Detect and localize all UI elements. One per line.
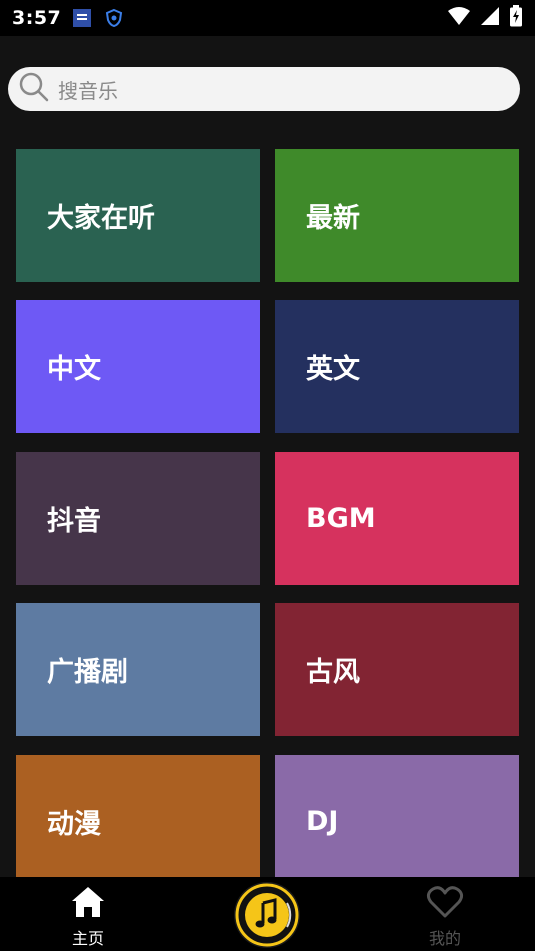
nav-home[interactable]: 主页: [53, 885, 123, 949]
shield-notification-icon: [103, 7, 125, 29]
status-time: 3:57: [12, 7, 62, 29]
nav-mine-label: 我的: [428, 929, 461, 948]
category-grid: 大家在听 最新 中文 英文 抖音 BGM 广播剧 古风 动漫 DJ: [16, 149, 519, 877]
sim-notification-icon: [71, 7, 93, 29]
category-label: 英文: [306, 354, 360, 385]
nav-home-label: 主页: [71, 929, 104, 948]
category-tile[interactable]: 中文: [16, 300, 260, 433]
search-bar[interactable]: 搜音乐: [8, 67, 520, 111]
category-label: 动漫: [47, 809, 101, 840]
status-icons: [447, 5, 523, 31]
category-label: 中文: [47, 354, 101, 385]
category-tile[interactable]: 动漫: [16, 755, 260, 877]
home-icon: [70, 885, 106, 923]
category-tile[interactable]: 大家在听: [16, 149, 260, 282]
heart-icon: [426, 885, 464, 923]
nav-mine[interactable]: 我的: [410, 885, 480, 949]
search-input[interactable]: 搜音乐: [58, 75, 118, 104]
category-label: 抖音: [47, 506, 101, 537]
category-label: 最新: [306, 203, 360, 234]
status-bar: 3:57: [0, 0, 535, 36]
category-tile[interactable]: DJ: [275, 755, 519, 877]
category-label: 古风: [306, 657, 360, 688]
search-icon: [18, 71, 50, 107]
category-tile[interactable]: 抖音: [16, 452, 260, 585]
music-note-icon: [235, 883, 299, 947]
signal-icon: [479, 6, 501, 30]
battery-charging-icon: [509, 5, 523, 31]
category-tile[interactable]: BGM: [275, 452, 519, 585]
category-label: 大家在听: [47, 203, 155, 234]
category-label: 广播剧: [47, 657, 128, 688]
category-tile[interactable]: 最新: [275, 149, 519, 282]
category-tile[interactable]: 古风: [275, 603, 519, 736]
category-tile[interactable]: 广播剧: [16, 603, 260, 736]
player-button[interactable]: [234, 882, 300, 948]
category-label: BGM: [306, 503, 376, 534]
wifi-icon: [447, 6, 471, 30]
category-tile[interactable]: 英文: [275, 300, 519, 433]
category-label: DJ: [306, 806, 339, 837]
